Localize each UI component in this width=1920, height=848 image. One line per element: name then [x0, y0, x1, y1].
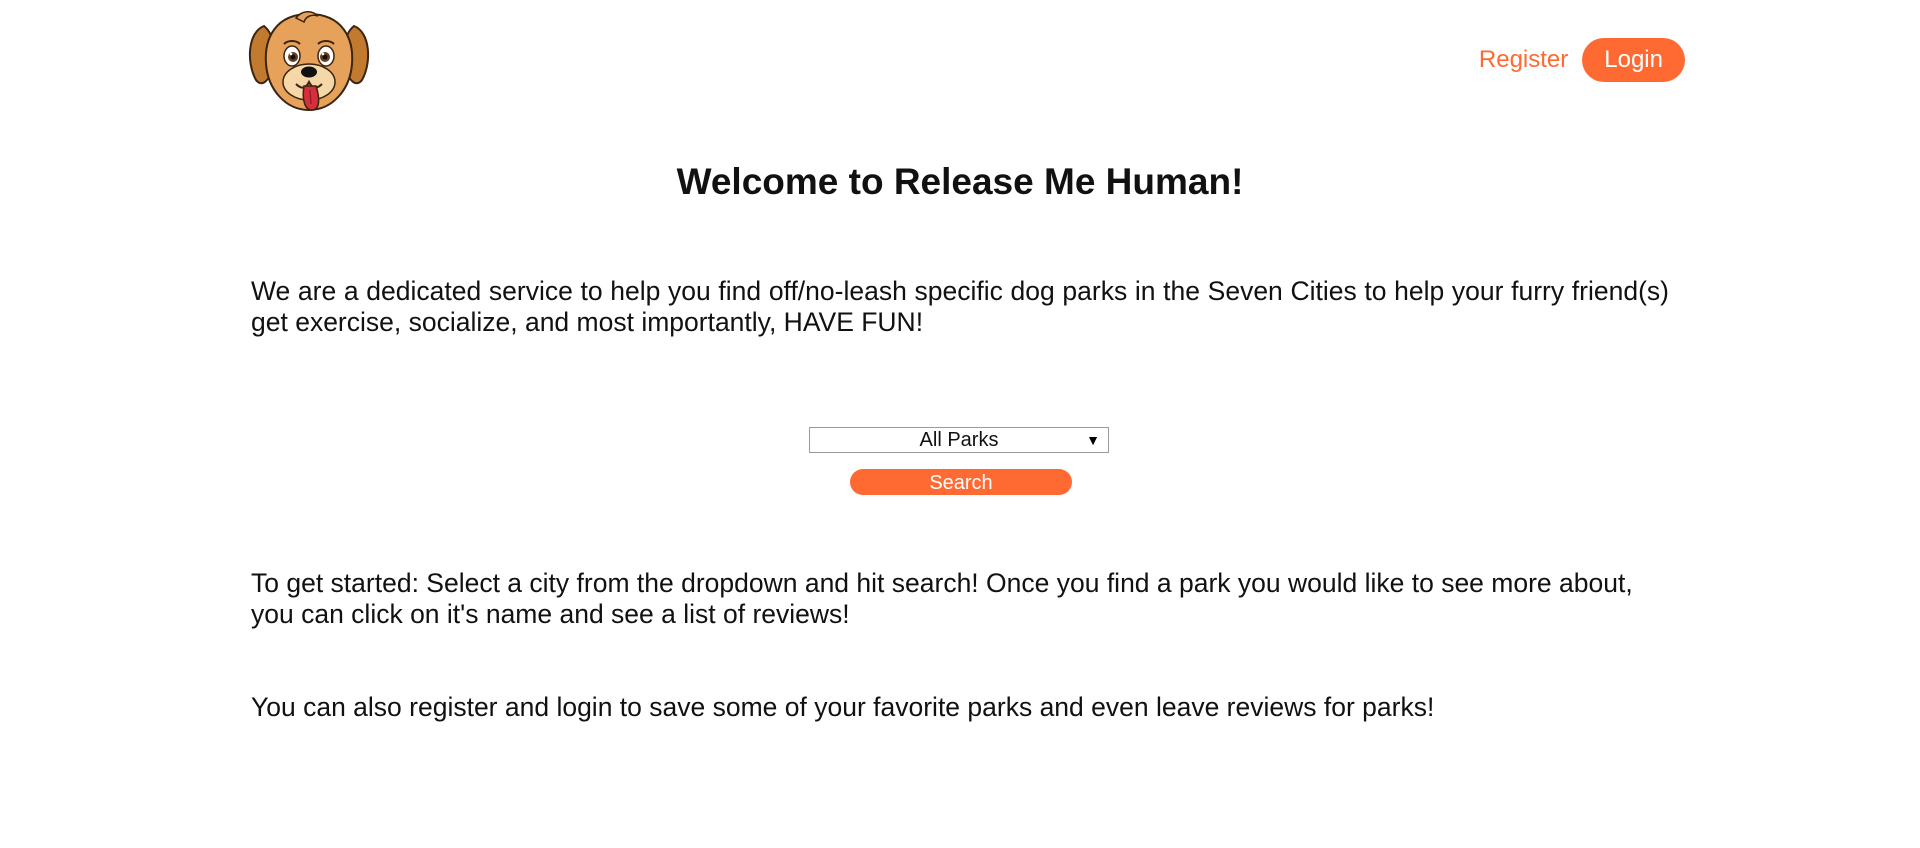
dog-logo-icon[interactable]	[246, 6, 372, 118]
city-select[interactable]: All Parks ▼	[809, 427, 1109, 453]
dropdown-arrow-icon: ▼	[1086, 432, 1100, 448]
header-nav: Register Login	[1460, 38, 1685, 82]
city-select-value: All Parks	[919, 429, 999, 451]
page: Register Login Welcome to Release Me Hum…	[0, 0, 1920, 848]
register-info-text: You can also register and login to save …	[251, 692, 1435, 722]
page-title: Welcome to Release Me Human!	[676, 161, 1244, 202]
search-button[interactable]: Search	[850, 469, 1072, 495]
register-link[interactable]: Register	[1479, 38, 1568, 82]
intro-text: We are a dedicated service to help you f…	[251, 276, 1669, 337]
login-button[interactable]: Login	[1582, 38, 1685, 82]
getting-started-text: To get started: Select a city from the d…	[251, 568, 1633, 629]
